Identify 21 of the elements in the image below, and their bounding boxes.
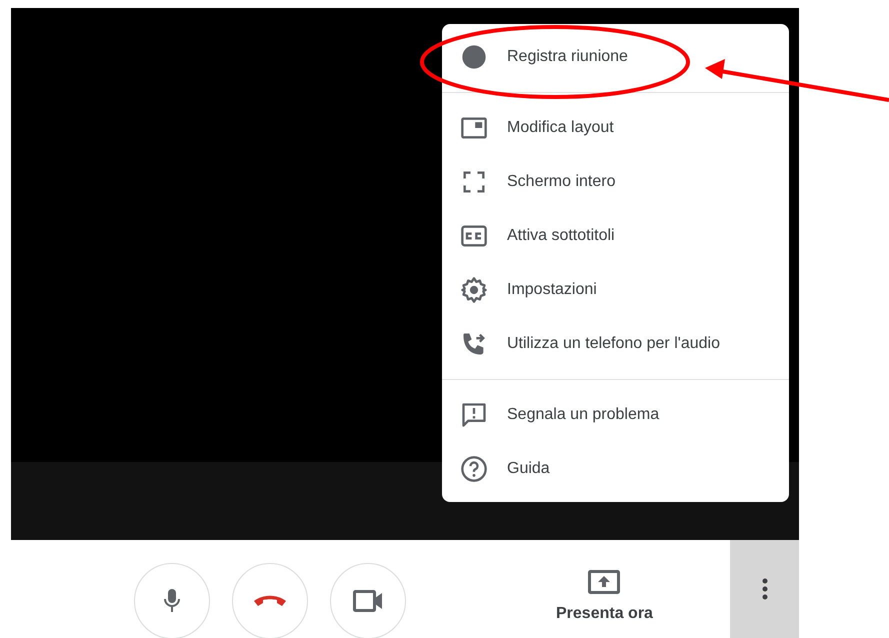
menu-item[interactable]: Modifica layout [442,101,789,155]
menu-item[interactable]: Segnala un problema [442,388,789,442]
menu-item[interactable]: Impostazioni [442,263,789,317]
menu-item[interactable]: Registra riunione [442,30,789,84]
help-icon [460,455,488,483]
menu-item[interactable]: Guida [442,442,789,496]
menu-item[interactable]: Utilizza un telefono per l'audio [442,317,789,371]
record-dot-icon [460,43,488,71]
hang-up-button[interactable] [232,563,308,638]
settings-icon [460,276,488,304]
phone-hangup-icon [253,595,287,607]
present-screen-icon [588,570,620,594]
present-now-button[interactable]: Presenta ora [556,570,653,626]
video-camera-icon [353,590,383,612]
microphone-button[interactable] [134,563,210,638]
camera-button[interactable] [330,563,406,638]
microphone-icon [163,588,181,614]
menu-item[interactable]: Attiva sottotitoli [442,209,789,263]
feedback-icon [460,401,488,429]
menu-item[interactable]: Schermo intero [442,155,789,209]
more-icon [762,578,768,600]
